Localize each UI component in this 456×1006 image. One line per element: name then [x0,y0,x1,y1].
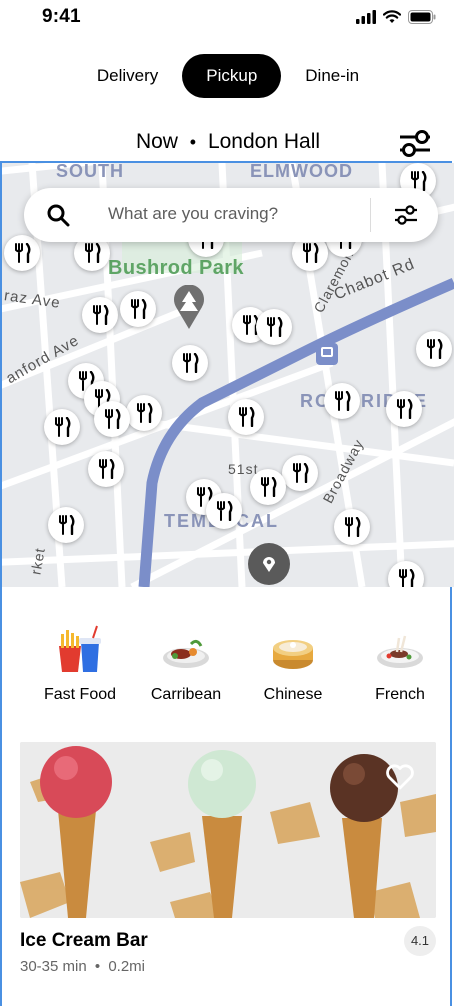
fork-knife-icon [131,299,147,319]
status-icons [356,10,436,24]
fork-knife-icon [99,459,115,479]
map-pin-restaurant[interactable] [250,469,286,505]
fast-food-icon [59,625,101,672]
favorite-heart-icon[interactable] [386,764,414,790]
map-label-south: SOUTH [56,163,124,181]
map[interactable]: SOUTH ELMWOOD Bushrod Park Chabot Rd raz… [2,163,454,587]
location-time: Now [135,130,178,153]
map-pin-restaurant[interactable] [172,345,208,381]
category-label: Chinese [263,686,323,703]
status-time: 9:41 [42,6,81,27]
fork-knife-icon [137,403,153,423]
meta-separator: • [94,958,101,975]
search-divider [370,198,371,232]
fork-knife-icon [293,463,309,483]
category-label: Carribean [150,686,222,703]
location-marker-icon [248,543,290,585]
fork-knife-icon [399,569,415,587]
map-pin-restaurant[interactable] [206,493,242,529]
map-pin-restaurant[interactable] [386,391,422,427]
fork-knife-icon [427,339,443,359]
fork-knife-icon [183,353,199,373]
caribbean-dish-icon [163,639,209,668]
filter-icon[interactable] [398,128,432,158]
category-carribean[interactable]: Carribean [131,620,241,704]
fork-knife-icon [217,501,233,521]
map-pin-restaurant[interactable] [82,297,118,333]
map-pin-restaurant[interactable] [416,331,452,367]
map-pin-restaurant[interactable] [48,507,84,543]
map-pin-restaurant[interactable] [120,291,156,327]
fork-knife-icon [85,243,101,263]
battery-icon [408,10,436,24]
wifi-icon [383,10,401,23]
tab-delivery[interactable]: Delivery [73,54,182,98]
map-pin-restaurant[interactable] [228,399,264,435]
map-pin-restaurant[interactable] [334,509,370,545]
location-row: Now • London Hall [0,126,456,162]
fork-knife-icon [15,243,31,263]
category-fast-food[interactable]: Fast Food [25,620,135,704]
fork-knife-icon [303,243,319,263]
category-label: French [375,686,425,703]
map-pin-restaurant[interactable] [4,235,40,271]
fork-knife-icon [59,515,75,535]
status-bar: 9:41 [0,0,456,36]
location-selector[interactable]: Now • London Hall [0,130,456,154]
rating-badge: 4.1 [404,926,436,956]
fork-knife-icon [397,399,413,419]
tab-dine-in[interactable]: Dine-in [281,54,383,98]
restaurant-meta: 30-35 min • 0.2mi [20,958,145,975]
restaurant-name[interactable]: Ice Cream Bar [20,930,148,952]
tab-pickup[interactable]: Pickup [182,54,282,98]
restaurant-eta: 30-35 min [20,958,87,975]
mode-tabs: Delivery Pickup Dine-in [0,54,456,98]
search-icon [47,204,70,227]
map-label-elmwood: ELMWOOD [250,163,353,181]
search-input[interactable]: What are you craving? [108,204,278,224]
location-separator: • [189,132,197,152]
dim-sum-icon [273,640,313,669]
park-marker-icon [174,285,204,329]
map-pin-restaurant[interactable] [88,451,124,487]
fork-knife-icon [105,409,121,429]
search-bar[interactable]: What are you craving? [24,188,438,242]
category-list: Fast Food Carribean Chinese French [0,620,456,710]
fork-knife-icon [239,407,255,427]
map-label-bushrod-park: Bushrod Park [108,257,244,279]
fork-knife-icon [267,317,283,337]
map-pin-restaurant[interactable] [44,409,80,445]
fork-knife-icon [261,477,277,497]
signal-icon [356,10,376,24]
map-pin-restaurant[interactable] [94,401,130,437]
location-place: London Hall [207,130,321,153]
search-filter-icon[interactable] [394,203,418,227]
category-french[interactable]: French [345,620,455,704]
fork-knife-icon [345,517,361,537]
fork-knife-icon [93,305,109,325]
map-pin-restaurant[interactable] [126,395,162,431]
ice-cream-photo [20,742,436,918]
transit-stop-icon [316,343,338,365]
map-pin-restaurant[interactable] [282,455,318,491]
map-pin-restaurant[interactable] [256,309,292,345]
map-pin-restaurant[interactable] [324,383,360,419]
fork-knife-icon [335,391,351,411]
category-chinese[interactable]: Chinese [238,620,348,704]
french-dish-icon [377,635,423,668]
fork-knife-icon [55,417,71,437]
restaurant-distance: 0.2mi [108,958,145,975]
category-label: Fast Food [43,686,117,703]
restaurant-image[interactable] [20,742,436,918]
